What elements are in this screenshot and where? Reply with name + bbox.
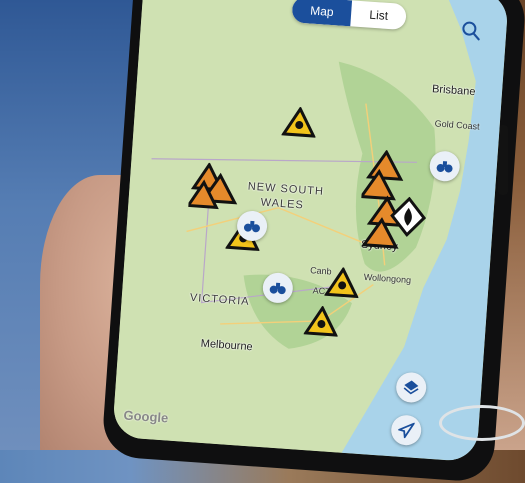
finger-ring <box>439 405 525 441</box>
phone-side-button <box>498 125 508 195</box>
search-icon <box>462 21 480 41</box>
tab-map[interactable]: Map <box>291 0 353 27</box>
layers-icon <box>403 380 419 395</box>
storm-warning-icon[interactable] <box>303 305 340 337</box>
storm-warning-icon[interactable] <box>324 266 360 299</box>
tab-list[interactable]: List <box>351 0 407 30</box>
binoculars-icon <box>243 220 260 233</box>
navigate-icon <box>397 421 415 439</box>
storm-warning-icon[interactable] <box>281 106 317 138</box>
google-attribution: Google <box>123 407 169 426</box>
map-canvas[interactable] <box>112 0 509 463</box>
phone-screen: Map List NEW SOUTH WALES VICTORIA ACT Br… <box>112 0 509 463</box>
search-button[interactable] <box>458 18 484 44</box>
storm-warning-cluster-west[interactable] <box>188 161 243 214</box>
binoculars-icon <box>269 282 286 295</box>
fire-warning-icon[interactable] <box>389 196 428 238</box>
binoculars-icon <box>436 161 453 173</box>
